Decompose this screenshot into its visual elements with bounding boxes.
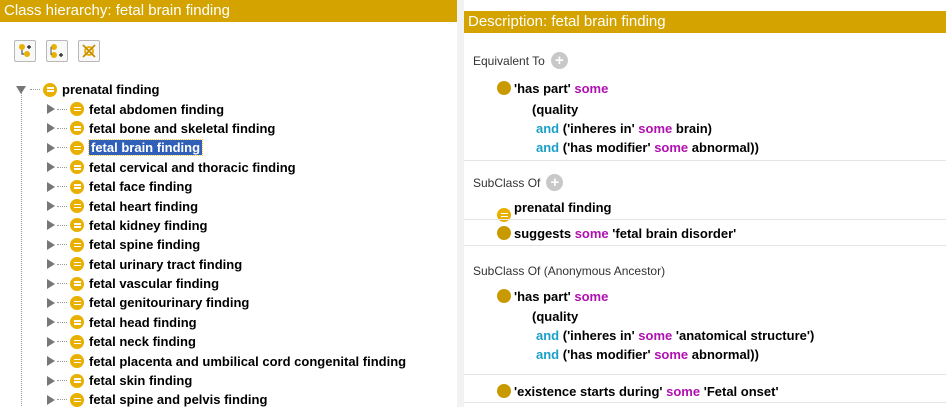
class-icon <box>70 392 84 407</box>
tree-node-label: fetal neck finding <box>89 334 196 350</box>
class-hierarchy-title: Class hierarchy: fetal brain finding <box>0 0 457 22</box>
class-icon <box>70 334 84 349</box>
class-icon <box>43 82 57 97</box>
tree-node[interactable]: fetal brain finding <box>0 138 457 157</box>
expand-toggle-icon[interactable] <box>16 85 26 94</box>
tree-node-label: fetal urinary tract finding <box>89 256 243 272</box>
expand-toggle-icon[interactable] <box>47 259 55 270</box>
expand-toggle-icon[interactable] <box>47 104 55 115</box>
tree-node-label: prenatal finding <box>62 82 160 98</box>
tree-node[interactable]: fetal spine finding <box>0 235 457 254</box>
expand-toggle-icon[interactable] <box>47 142 55 153</box>
tree-node-label: fetal head finding <box>89 314 197 330</box>
tree-node-label: fetal heart finding <box>89 198 199 214</box>
description-panel: Description: fetal brain finding Equival… <box>464 0 946 407</box>
class-icon <box>70 199 84 214</box>
tree-node-label: fetal vascular finding <box>89 276 220 292</box>
expand-toggle-icon[interactable] <box>47 201 55 212</box>
ancestor-expression-line1[interactable]: 'has part' some <box>497 287 608 306</box>
tree-node[interactable]: fetal urinary tract finding <box>0 255 457 274</box>
tree-node-label: fetal cervical and thoracic finding <box>89 159 296 175</box>
tree-node[interactable]: fetal bone and skeletal finding <box>0 119 457 138</box>
expand-toggle-icon[interactable] <box>47 336 55 347</box>
expand-toggle-icon[interactable] <box>47 220 55 231</box>
add-sibling-icon[interactable] <box>46 40 68 62</box>
class-icon <box>70 315 84 330</box>
expand-toggle-icon[interactable] <box>47 297 55 308</box>
tree-node[interactable]: fetal abdomen finding <box>0 99 457 118</box>
tree-node[interactable]: fetal placenta and umbilical cord congen… <box>0 351 457 370</box>
expand-toggle-icon[interactable] <box>47 375 55 386</box>
class-icon <box>70 218 84 233</box>
tree-node-label: fetal bone and skeletal finding <box>89 120 276 136</box>
class-icon <box>70 121 84 136</box>
description-title: Description: fetal brain finding <box>464 11 946 33</box>
tree-node[interactable]: fetal heart finding <box>0 196 457 215</box>
tree-node-label: fetal face finding <box>89 179 193 195</box>
expand-toggle-icon[interactable] <box>47 356 55 367</box>
tree-node[interactable]: fetal head finding <box>0 313 457 332</box>
class-icon <box>70 295 84 310</box>
add-subclass-icon[interactable] <box>14 40 36 62</box>
tree-node[interactable]: fetal spine and pelvis finding <box>0 390 457 407</box>
expand-toggle-icon[interactable] <box>47 181 55 192</box>
class-hierarchy-panel: Class hierarchy: fetal brain finding pre… <box>0 0 457 407</box>
restriction-icon <box>497 289 511 303</box>
tree-node[interactable]: fetal genitourinary finding <box>0 293 457 312</box>
tree-node[interactable]: fetal skin finding <box>0 371 457 390</box>
restriction-icon <box>497 226 511 240</box>
equivalent-to-header: Equivalent To + <box>473 52 568 69</box>
equivalent-expression-line4: and ('has modifier' some abnormal)) <box>536 140 759 155</box>
subclass-item-suggests[interactable]: suggests some 'fetal brain disorder' <box>497 224 736 243</box>
expand-toggle-icon[interactable] <box>47 239 55 250</box>
tree-node-label: fetal brain finding <box>87 139 204 157</box>
ancestor-expression-existence[interactable]: 'existence starts during' some 'Fetal on… <box>497 382 779 401</box>
class-icon <box>70 179 84 194</box>
class-icon <box>70 160 84 175</box>
add-equivalent-icon[interactable]: + <box>550 52 568 69</box>
equivalent-expression-line1[interactable]: 'has part' some <box>497 79 608 98</box>
tree-node[interactable]: fetal vascular finding <box>0 274 457 293</box>
tree-node-label: fetal spine finding <box>89 237 201 253</box>
expand-toggle-icon[interactable] <box>47 278 55 289</box>
add-superclass-icon[interactable]: + <box>546 174 564 191</box>
tree-node-label: fetal kidney finding <box>89 217 208 233</box>
panel-divider[interactable] <box>457 0 464 407</box>
tree-node-label: fetal genitourinary finding <box>89 295 250 311</box>
class-icon <box>70 140 84 155</box>
ancestor-expression-line3: and ('inheres in' some 'anatomical struc… <box>536 328 815 343</box>
hierarchy-toolbar <box>14 40 100 62</box>
tree-node-label: fetal abdomen finding <box>89 101 225 117</box>
expand-toggle-icon[interactable] <box>47 317 55 328</box>
equivalent-expression-line2: (quality <box>532 102 579 117</box>
tree-node[interactable]: fetal kidney finding <box>0 216 457 235</box>
tree-node[interactable]: fetal cervical and thoracic finding <box>0 158 457 177</box>
tree-node-label: fetal spine and pelvis finding <box>89 392 268 407</box>
expand-toggle-icon[interactable] <box>47 162 55 173</box>
class-icon <box>70 354 84 369</box>
tree-node-label: fetal placenta and umbilical cord congen… <box>89 353 407 369</box>
expand-toggle-icon[interactable] <box>47 123 55 134</box>
class-icon <box>70 373 84 388</box>
expand-toggle-icon[interactable] <box>47 394 55 405</box>
class-icon <box>70 237 84 252</box>
restriction-icon <box>497 81 511 95</box>
equivalent-expression-line3: and ('inheres in' some brain) <box>536 121 713 136</box>
subclass-of-header: SubClass Of + <box>473 174 564 191</box>
class-icon <box>70 276 84 291</box>
restriction-icon <box>497 384 511 398</box>
class-icon <box>70 102 84 117</box>
ancestor-expression-line2: (quality <box>532 309 579 324</box>
tree-node[interactable]: fetal face finding <box>0 177 457 196</box>
delete-class-icon[interactable] <box>78 40 100 62</box>
tree-node-label: fetal skin finding <box>89 373 193 389</box>
ancestor-expression-line4: and ('has modifier' some abnormal)) <box>536 347 759 362</box>
anonymous-ancestor-header: SubClass Of (Anonymous Ancestor) <box>473 264 666 278</box>
tree-node-root[interactable]: prenatal finding <box>0 80 457 99</box>
class-tree: prenatal finding fetal abdomen finding fe… <box>0 80 457 407</box>
class-icon <box>70 257 84 272</box>
tree-node[interactable]: fetal neck finding <box>0 332 457 351</box>
